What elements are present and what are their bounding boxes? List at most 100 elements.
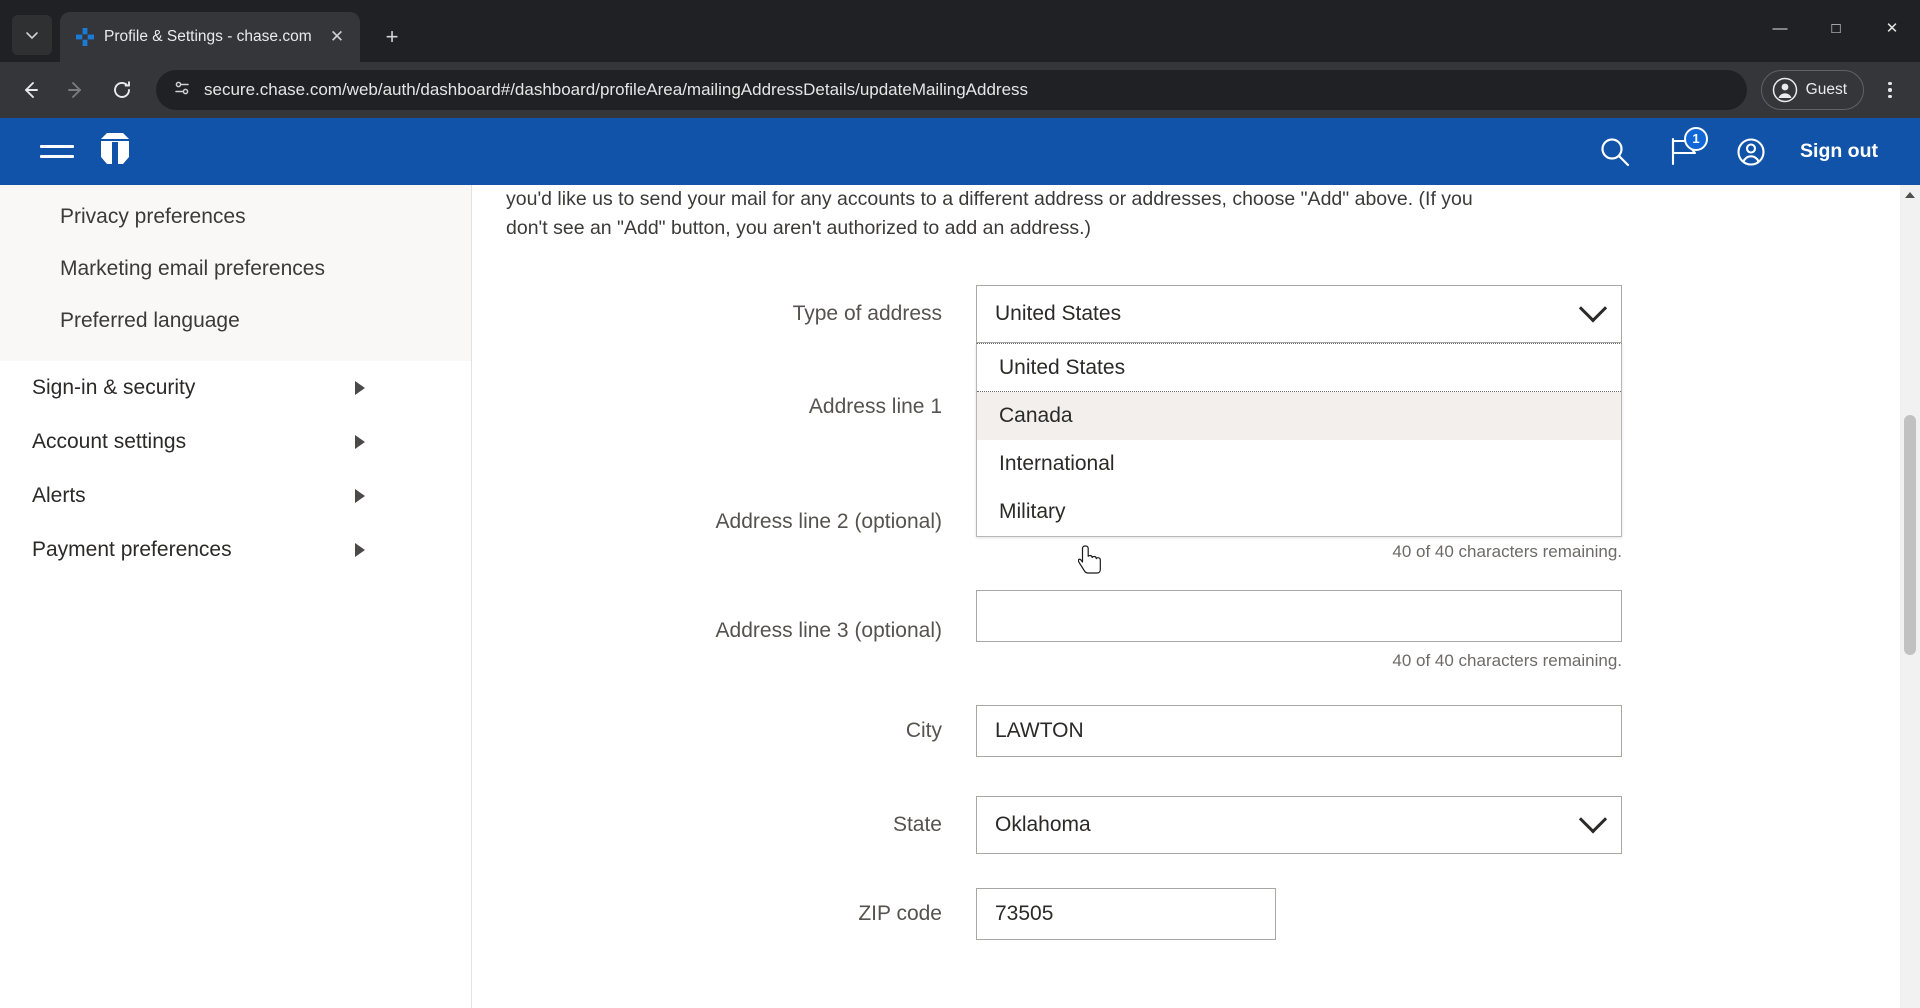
dropdown-option-canada[interactable]: Canada xyxy=(977,392,1621,440)
site-header: 1 Sign out xyxy=(0,118,1920,185)
dropdown-option-label: United States xyxy=(999,355,1126,379)
chrome-menu-icon[interactable] xyxy=(1870,70,1910,110)
chevron-down-icon xyxy=(1578,294,1608,323)
chevron-down-icon xyxy=(26,32,38,40)
tab-strip: Profile & Settings - chase.com ✕ + — □ ✕ xyxy=(0,0,1920,62)
person-circle-icon xyxy=(1772,77,1797,103)
sidebar: Privacy preferences Marketing email pref… xyxy=(0,185,472,1008)
intro-line-1: you'd like us to send your mail for any … xyxy=(506,188,1473,210)
chevron-down-icon xyxy=(1578,805,1608,834)
sidebar-item-label: Marketing email preferences xyxy=(60,257,325,280)
maximize-button[interactable]: □ xyxy=(1808,0,1864,56)
sidebar-item-account-settings[interactable]: Account settings xyxy=(0,415,471,469)
account-profile-icon[interactable] xyxy=(1732,133,1770,171)
scroll-up-arrow[interactable] xyxy=(1900,185,1920,205)
intro-paragraph: you'd like us to send your mail for any … xyxy=(506,185,1646,243)
sidebar-item-label: Sign-in & security xyxy=(32,376,196,399)
dropdown-option-label: International xyxy=(999,452,1115,475)
address-line-3-helper: 40 of 40 characters remaining. xyxy=(1392,651,1622,670)
sidebar-item-label: Payment preferences xyxy=(32,538,232,561)
dropdown-option-military[interactable]: Military xyxy=(977,488,1621,536)
message-flag-icon[interactable]: 1 xyxy=(1664,126,1709,171)
label-address-line-2: Address line 2 (optional) xyxy=(715,509,942,533)
sidebar-item-alerts[interactable]: Alerts xyxy=(0,469,471,523)
dropdown-option-united-states[interactable]: United States xyxy=(977,344,1621,392)
label-zip-code: ZIP code xyxy=(858,902,942,925)
tab-title: Profile & Settings - chase.com xyxy=(104,28,312,45)
hamburger-menu-icon[interactable] xyxy=(40,145,74,158)
state-value: Oklahoma xyxy=(995,813,1091,836)
page-body: Privacy preferences Marketing email pref… xyxy=(0,185,1920,1008)
browser-toolbar: secure.chase.com/web/auth/dashboard#/das… xyxy=(0,62,1920,118)
intro-line-2: don't see an "Add" button, you aren't au… xyxy=(506,217,1092,239)
address-line-3-field: 40 of 40 characters remaining. xyxy=(976,590,1622,671)
main-content: you'd like us to send your mail for any … xyxy=(472,185,1920,1008)
sidebar-item-payment-preferences[interactable]: Payment preferences xyxy=(0,523,471,577)
sidebar-item-label: Privacy preferences xyxy=(60,205,246,228)
dropdown-option-label: Military xyxy=(999,500,1066,523)
type-of-address-select[interactable]: United States xyxy=(976,285,1622,343)
label-address-line-3: Address line 3 (optional) xyxy=(715,618,942,642)
label-state: State xyxy=(892,813,942,836)
sidebar-item-label: Account settings xyxy=(32,430,187,453)
city-field: LAWTON xyxy=(976,705,1622,757)
sidebar-item-privacy-preferences[interactable]: Privacy preferences xyxy=(0,191,471,243)
reload-button[interactable] xyxy=(102,70,142,110)
page-scrollbar[interactable] xyxy=(1900,185,1920,1008)
browser-tab[interactable]: Profile & Settings - chase.com ✕ xyxy=(60,12,360,62)
minimize-button[interactable]: — xyxy=(1752,0,1808,56)
caret-right-icon xyxy=(355,381,365,395)
new-tab-button[interactable]: + xyxy=(374,19,410,55)
browser-window: Profile & Settings - chase.com ✕ + — □ ✕ xyxy=(0,0,1920,1008)
header-actions: 1 Sign out xyxy=(1596,126,1920,171)
sidebar-item-label: Alerts xyxy=(32,484,86,507)
sign-out-button[interactable]: Sign out xyxy=(1800,140,1878,163)
form-row-type-of-address: Type of address United States United Sta… xyxy=(472,285,1920,537)
caret-right-icon xyxy=(355,543,365,557)
city-input[interactable]: LAWTON xyxy=(976,705,1622,757)
address-line-2-helper: 40 of 40 characters remaining. xyxy=(1392,542,1622,561)
close-window-button[interactable]: ✕ xyxy=(1864,0,1920,56)
chase-logo-icon xyxy=(76,28,94,46)
form-row-city: City LAWTON xyxy=(472,705,1920,757)
caret-right-icon xyxy=(355,435,365,449)
page-viewport: 1 Sign out Privacy preferences Marketing… xyxy=(0,118,1920,1008)
profile-label: Guest xyxy=(1805,81,1847,98)
type-of-address-dropdown-list: United States Canada International Milit… xyxy=(976,343,1622,537)
zip-code-field: 73505 xyxy=(976,888,1276,940)
chase-octagon-logo[interactable] xyxy=(96,132,134,171)
label-type-of-address: Type of address xyxy=(792,302,942,325)
sidebar-item-sign-in-security[interactable]: Sign-in & security xyxy=(0,361,471,415)
label-address-line-1: Address line 1 xyxy=(808,395,942,418)
form-row-zip-code: ZIP code 73505 xyxy=(472,888,1920,940)
window-controls: — □ ✕ xyxy=(1752,0,1920,56)
type-of-address-field: United States United States Canada Inter… xyxy=(976,285,1622,537)
zip-code-input[interactable]: 73505 xyxy=(976,888,1276,940)
browser-profile-button[interactable]: Guest xyxy=(1760,70,1864,110)
dropdown-option-label: Canada xyxy=(999,404,1073,427)
form-row-state: State Oklahoma xyxy=(472,796,1920,854)
sidebar-item-preferred-language[interactable]: Preferred language xyxy=(0,295,471,347)
arrow-left-icon xyxy=(25,82,38,98)
mailing-address-form: Type of address United States United Sta… xyxy=(472,285,1920,940)
type-of-address-value: United States xyxy=(995,302,1122,325)
state-select[interactable]: Oklahoma xyxy=(976,796,1622,854)
dropdown-option-international[interactable]: International xyxy=(977,440,1621,488)
back-button[interactable] xyxy=(10,70,50,110)
state-field: Oklahoma xyxy=(976,796,1622,854)
search-icon[interactable] xyxy=(1596,133,1634,171)
sidebar-item-label: Preferred language xyxy=(60,309,240,332)
form-row-address-line-3: Address line 3 (optional) 40 of 40 chara… xyxy=(472,590,1920,671)
address-bar[interactable]: secure.chase.com/web/auth/dashboard#/das… xyxy=(156,70,1747,110)
reload-icon xyxy=(114,81,130,98)
url-text: secure.chase.com/web/auth/dashboard#/das… xyxy=(204,80,1029,99)
sidebar-item-marketing-email-preferences[interactable]: Marketing email preferences xyxy=(0,243,471,295)
tab-search-button[interactable] xyxy=(12,15,52,55)
address-line-3-input[interactable] xyxy=(976,590,1622,642)
caret-right-icon xyxy=(355,489,365,503)
tab-close-button[interactable]: ✕ xyxy=(324,24,350,50)
scrollbar-thumb[interactable] xyxy=(1904,415,1916,655)
site-settings-icon[interactable] xyxy=(172,78,192,103)
forward-button[interactable] xyxy=(56,70,96,110)
arrow-right-icon xyxy=(68,82,81,98)
